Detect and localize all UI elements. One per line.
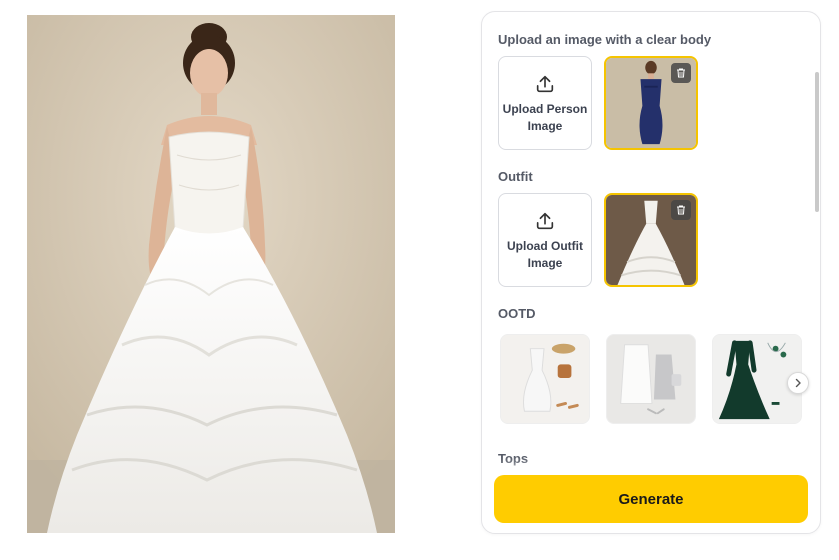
outfit-image-thumbnail[interactable] [604,193,698,287]
trash-icon [677,68,685,78]
result-image [27,15,395,533]
upload-outfit-button[interactable]: Upload Outfit Image [498,193,592,287]
panel-scrollbar[interactable] [815,72,819,212]
virtual-tryon-page: Upload an image with a clear body Upload… [0,0,839,560]
upload-person-button[interactable]: Upload Person Image [498,56,592,150]
delete-outfit-image-button[interactable] [671,200,691,220]
tryon-panel: Upload an image with a clear body Upload… [481,11,821,534]
ootd-next-arrow[interactable] [787,372,809,394]
upload-outfit-label: Upload Outfit Image [507,239,583,270]
white-coat-outfit-icon [607,335,695,423]
tops-section-title: Tops [498,451,529,466]
ootd-item-white-dress[interactable] [500,334,590,424]
upload-person-label: Upload Person Image [502,102,588,133]
trash-icon [677,205,685,215]
person-image-thumbnail[interactable] [604,56,698,150]
person-section-title: Upload an image with a clear body [498,32,712,47]
outfit-section-title: Outfit [498,169,533,184]
white-dress-outfit-icon [501,335,589,423]
ootd-section-title: OOTD [498,306,536,321]
upload-icon [536,75,554,93]
delete-person-image-button[interactable] [671,63,691,83]
generate-button[interactable]: Generate [494,475,808,523]
ootd-item-white-coat[interactable] [606,334,696,424]
upload-icon [536,212,554,230]
chevron-right-icon [795,378,801,388]
